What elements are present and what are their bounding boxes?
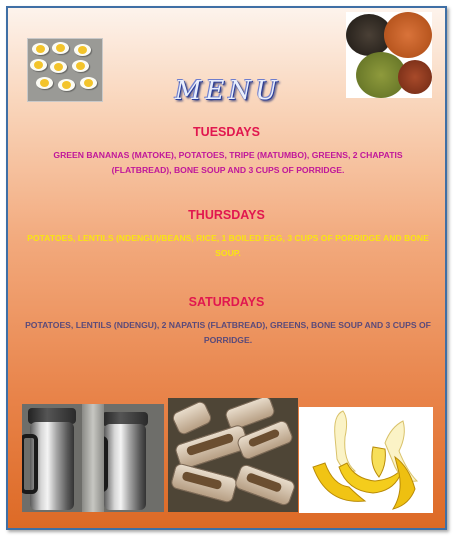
lentils-spices-photo (346, 12, 432, 98)
boiled-eggs-photo (27, 38, 103, 102)
thermos-flasks-photo (22, 404, 164, 512)
tuesday-items: GREEN BANANAS (MATOKE), POTATOES, TRIPE … (53, 150, 403, 175)
saturday-items: POTATOES, LENTILS (NDENGU), 2 NAPATIS (F… (25, 320, 431, 345)
bone-marrow-photo (168, 398, 298, 512)
menu-title: MENU (174, 76, 282, 106)
bananas-photo (299, 407, 433, 513)
tuesday-heading: TUESDAYS (193, 125, 260, 139)
thursday-items: POTATOES, LENTILS (NDENGU)/BEANS, RICE, … (27, 233, 429, 258)
saturday-heading: SATURDAYS (188, 295, 265, 309)
bananas-illustration (312, 410, 419, 510)
thursday-heading: THURSDAYS (188, 208, 265, 222)
menu-poster: MENU TUESDAYS GREEN BANANAS (MATOKE), PO… (6, 6, 447, 530)
